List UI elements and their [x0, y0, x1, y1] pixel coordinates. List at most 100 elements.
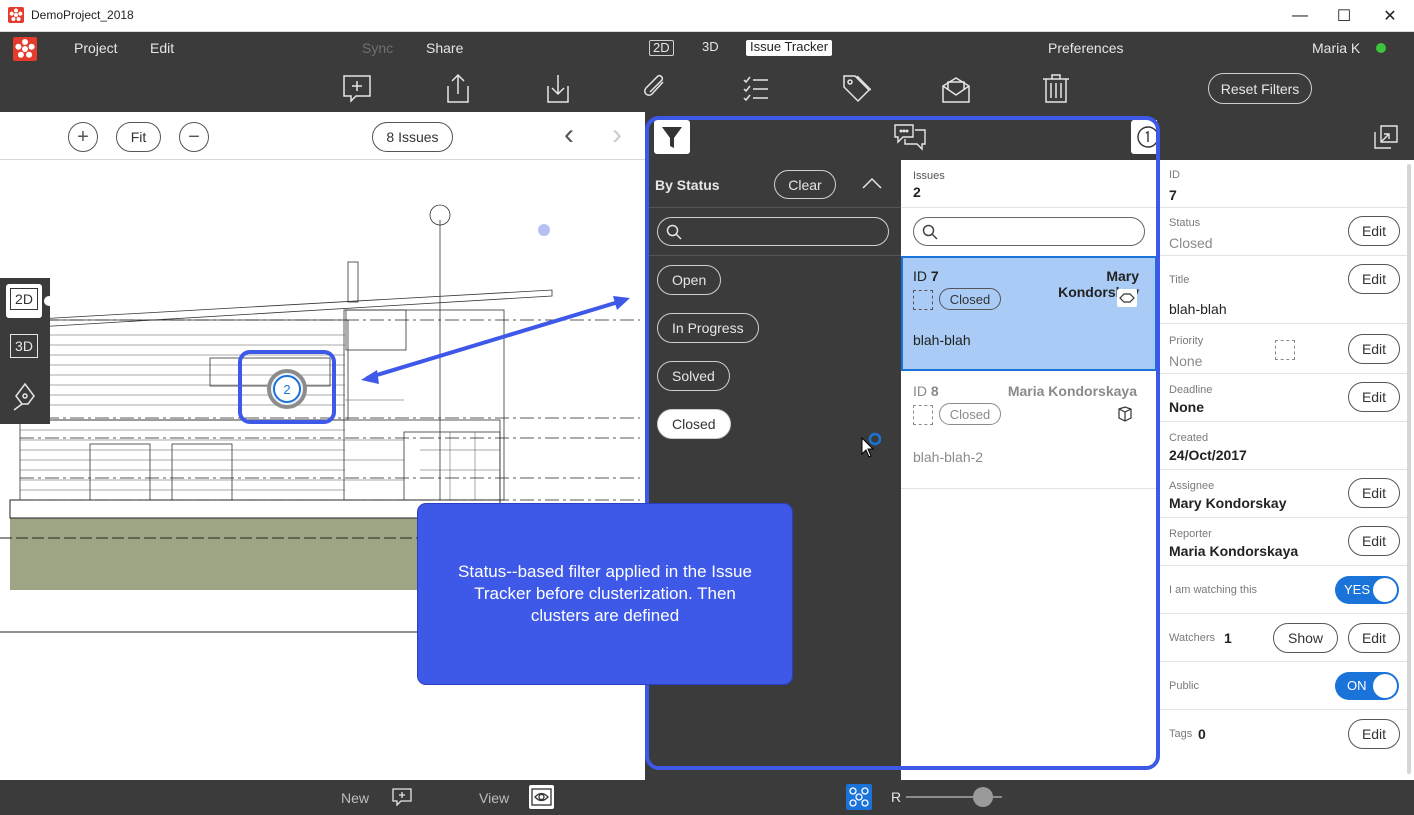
edit-tags-button[interactable]: Edit	[1348, 719, 1400, 749]
reporter-value: Maria Kondorskaya	[1169, 543, 1299, 559]
detail-watching-row: I am watching this YES	[1157, 566, 1407, 614]
created-label: Created	[1169, 432, 1209, 444]
issue-cluster-marker[interactable]: 2	[267, 369, 307, 409]
edit-deadline-button[interactable]: Edit	[1348, 382, 1400, 412]
created-value: 24/Oct/2017	[1169, 447, 1247, 463]
detail-tags-row: Tags 0 Edit	[1157, 710, 1407, 758]
title-bar: DemoProject_2018 — ☐ ✕	[0, 0, 1414, 32]
edit-title-button[interactable]: Edit	[1348, 264, 1400, 294]
radius-label: R	[891, 789, 902, 805]
mode-3d-button[interactable]: 3D	[702, 40, 719, 56]
edit-priority-button[interactable]: Edit	[1348, 334, 1400, 364]
view-label: View	[479, 790, 510, 806]
detail-title-row: Title blah-blah Edit	[1157, 256, 1407, 324]
maximize-button[interactable]: ☐	[1321, 0, 1367, 31]
zoom-in-button[interactable]: +	[68, 122, 98, 152]
watchers-label: Watchers	[1169, 632, 1216, 644]
minimize-button[interactable]: —	[1277, 0, 1323, 31]
detail-status-row: Status Closed Edit	[1157, 208, 1407, 256]
toolbar: Reset Filters	[0, 64, 1414, 112]
tags-count: 0	[1198, 726, 1206, 742]
export-icon[interactable]	[443, 72, 473, 104]
edit-watchers-button[interactable]: Edit	[1348, 623, 1400, 653]
detail-watchers-row: Watchers 1 Show Edit	[1157, 614, 1407, 662]
assignee-value: Mary Kondorskay	[1169, 495, 1287, 511]
side-menu-dot-icon[interactable]	[44, 296, 54, 306]
window-title: DemoProject_2018	[31, 8, 134, 22]
detail-deadline-row: Deadline None Edit	[1157, 374, 1407, 422]
issue-tracker-tab[interactable]: Issue Tracker	[746, 40, 833, 56]
issues-count-badge[interactable]: 8 Issues	[372, 122, 453, 152]
checklist-icon[interactable]	[741, 72, 771, 104]
status-label: Status	[1169, 217, 1201, 229]
issue-details: ID 7 Status Closed Edit Title blah-blah …	[1157, 160, 1414, 780]
new-label: New	[341, 790, 370, 806]
edit-reporter-button[interactable]: Edit	[1348, 526, 1400, 556]
priority-label: Priority	[1169, 335, 1204, 347]
menu-preferences[interactable]: Preferences	[1048, 40, 1123, 56]
cluster-count: 2	[273, 375, 301, 403]
menu-sync[interactable]: Sync	[362, 40, 393, 56]
view-eye-icon[interactable]	[529, 785, 554, 809]
bottom-bar: New View R	[0, 780, 1414, 814]
title-value: blah-blah	[1169, 301, 1227, 317]
side-tools: 2D 3D	[0, 278, 54, 424]
edit-assignee-button[interactable]: Edit	[1348, 478, 1400, 508]
edit-status-button[interactable]: Edit	[1348, 216, 1400, 246]
next-arrow-icon[interactable]: ›	[612, 120, 622, 150]
toggle-knob	[1373, 674, 1397, 698]
show-watchers-button[interactable]: Show	[1273, 623, 1338, 653]
fit-button[interactable]: Fit	[116, 122, 161, 152]
close-button[interactable]: ✕	[1367, 0, 1413, 31]
user-name[interactable]: Maria K	[1312, 40, 1360, 56]
detail-assignee-row: Assignee Mary Kondorskay Edit	[1157, 470, 1407, 518]
detail-priority-row: Priority None Edit	[1157, 324, 1407, 374]
watching-label: I am watching this	[1169, 584, 1258, 596]
attach-icon[interactable]	[641, 72, 671, 104]
add-issue-icon[interactable]	[342, 72, 372, 104]
trash-icon[interactable]	[1041, 72, 1071, 104]
side-3d-button[interactable]: 3D	[10, 334, 38, 358]
user-online-indicator	[1376, 43, 1386, 53]
menu-share[interactable]: Share	[426, 40, 463, 56]
priority-placeholder-icon	[1275, 340, 1295, 360]
public-toggle[interactable]: ON	[1335, 672, 1399, 700]
callout-arrow-icon	[361, 296, 630, 384]
menu-edit[interactable]: Edit	[150, 40, 174, 56]
detail-id-row: ID 7	[1157, 160, 1407, 208]
reset-filters-button[interactable]: Reset Filters	[1208, 73, 1312, 104]
mode-2d-button[interactable]: 2D	[649, 40, 674, 56]
radius-slider-knob[interactable]	[972, 787, 993, 807]
details-header-bar	[1157, 112, 1414, 160]
radius-slider-track[interactable]	[906, 787, 1002, 807]
watching-toggle-label: YES	[1344, 582, 1371, 597]
public-label: Public	[1169, 680, 1199, 692]
detail-public-row: Public ON	[1157, 662, 1407, 710]
brand-logo-icon[interactable]	[13, 37, 37, 61]
tag-icon[interactable]	[841, 72, 872, 104]
details-scrollbar[interactable]	[1407, 164, 1411, 774]
pen-markup-icon[interactable]	[12, 382, 38, 417]
cluster-toggle-icon[interactable]	[846, 784, 872, 810]
toggle-knob	[1373, 578, 1397, 602]
side-2d-label: 2D	[10, 288, 38, 310]
detail-created-row: Created 24/Oct/2017	[1157, 422, 1407, 470]
deadline-value: None	[1169, 399, 1204, 415]
app-logo-icon	[8, 7, 24, 23]
building-elevation-drawing	[0, 204, 645, 633]
pop-out-icon[interactable]	[1373, 124, 1399, 155]
view-controls: + Fit − 8 Issues ‹ ›	[0, 112, 645, 160]
new-issue-icon[interactable]	[392, 788, 412, 811]
public-toggle-label: ON	[1347, 678, 1367, 693]
side-2d-button[interactable]: 2D	[6, 284, 42, 318]
priority-value: None	[1169, 353, 1203, 369]
import-icon[interactable]	[543, 72, 573, 104]
status-value: Closed	[1169, 235, 1213, 251]
id-label: ID	[1169, 169, 1180, 181]
annotation-callout: Status--based filter applied in the Issu…	[418, 504, 792, 684]
zoom-out-button[interactable]: −	[179, 122, 209, 152]
mail-icon[interactable]	[941, 72, 971, 104]
previous-arrow-icon[interactable]: ‹	[564, 120, 574, 150]
watching-toggle[interactable]: YES	[1335, 576, 1399, 604]
menu-project[interactable]: Project	[74, 40, 118, 56]
